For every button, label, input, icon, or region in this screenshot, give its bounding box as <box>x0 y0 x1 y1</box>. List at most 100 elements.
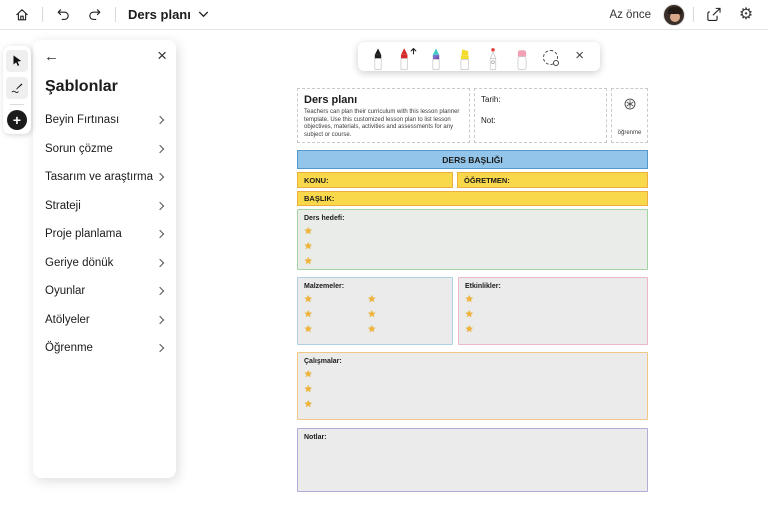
materials-section[interactable]: Malzemeler: ★ ★ ★ ★ ★ ★ <box>297 277 453 345</box>
template-item-label: Geriye dönük <box>45 256 114 269</box>
star-icon: ★ <box>465 324 474 335</box>
share-icon <box>706 6 723 23</box>
chevron-down-icon <box>198 11 209 18</box>
template-item-sorun-cozme[interactable]: Sorun çözme <box>33 135 176 164</box>
title-field[interactable]: BAŞLIK: <box>297 191 648 206</box>
lesson-plan-template[interactable]: Ders planı Teachers can plan their curri… <box>297 88 648 492</box>
eraser-icon <box>511 46 533 71</box>
template-item-label: Proje planlama <box>45 228 122 241</box>
divider <box>115 7 116 22</box>
template-item-label: Sorun çözme <box>45 142 113 155</box>
topbar: Ders planı Az önce ⚙ <box>0 0 768 30</box>
highlighter-button[interactable] <box>452 44 478 71</box>
practices-section[interactable]: Çalışmalar: ★ ★ ★ <box>297 352 648 420</box>
red-marker-button[interactable] <box>394 44 420 71</box>
board-title: Ders planı <box>128 7 191 22</box>
lesson-plan-title: Ders planı <box>304 94 358 106</box>
board-title-menu[interactable]: Ders planı <box>124 5 213 24</box>
template-item-beyin-firtinasi[interactable]: Beyin Fırtınası <box>33 106 176 135</box>
settings-button[interactable]: ⚙ <box>734 3 758 27</box>
lesson-title-banner[interactable]: DERS BAŞLIĞI <box>297 150 648 169</box>
learning-badge-icon <box>624 98 636 110</box>
notes-label: Notlar: <box>304 434 327 441</box>
materials-stars-col2: ★ ★ ★ <box>368 292 377 337</box>
activities-stars: ★ ★ ★ <box>465 292 641 337</box>
template-item-label: Oyunlar <box>45 285 86 298</box>
undo-icon <box>55 7 71 23</box>
divider <box>693 7 694 22</box>
template-item-ogrenme[interactable]: Öğrenme <box>33 334 176 363</box>
template-item-strateji[interactable]: Strateji <box>33 192 176 221</box>
learning-badge-label: öğrenme <box>617 130 642 136</box>
eraser-button[interactable] <box>509 44 535 71</box>
pen-icon <box>10 81 24 95</box>
whiteboard-app: Ders planı Az önce ⚙ Ders planı Teachers… <box>0 0 768 513</box>
black-marker-icon <box>367 46 389 71</box>
materials-label: Malzemeler: <box>304 283 345 290</box>
add-button[interactable]: + <box>7 110 27 130</box>
cursor-arrow-icon <box>10 54 24 68</box>
template-item-geriye-donuk[interactable]: Geriye dönük <box>33 249 176 278</box>
teacher-label: ÖĞRETMEN: <box>464 175 510 185</box>
subject-field[interactable]: KONU: <box>297 172 453 188</box>
topbar-left: Ders planı <box>10 3 213 27</box>
chevron-right-icon <box>155 116 165 125</box>
divider <box>42 7 43 22</box>
date-label: Tarih: <box>481 95 501 104</box>
topbar-right: Az önce ⚙ <box>609 3 758 27</box>
avatar[interactable] <box>663 3 685 26</box>
bling-pen-icon <box>482 46 504 71</box>
teacher-field[interactable]: ÖĞRETMEN: <box>457 172 648 188</box>
template-item-atolyeler[interactable]: Atölyeler <box>33 306 176 335</box>
lasso-select-button[interactable] <box>538 44 564 71</box>
black-marker-button[interactable] <box>365 44 391 71</box>
chevron-right-icon <box>155 201 165 210</box>
objective-stars: ★ ★ ★ <box>304 224 641 269</box>
lesson-plan-header: Ders planı Teachers can plan their curri… <box>297 88 648 143</box>
bling-pen-button[interactable] <box>480 44 506 71</box>
materials-stars: ★ ★ ★ ★ ★ ★ <box>304 290 446 337</box>
star-icon: ★ <box>367 324 377 335</box>
learning-badge-cell[interactable]: öğrenme <box>611 88 648 143</box>
share-button[interactable] <box>702 3 726 27</box>
lesson-title-banner-label: DERS BAŞLIĞI <box>442 154 503 165</box>
template-item-tasarim-ve-arastirma[interactable]: Tasarım ve araştırma <box>33 163 176 192</box>
practices-label: Çalışmalar: <box>304 358 342 365</box>
settings-gear-icon: ⚙ <box>738 5 754 23</box>
redo-icon <box>87 7 103 23</box>
lesson-plan-title-cell[interactable]: Ders planı Teachers can plan their curri… <box>297 88 470 143</box>
star-icon: ★ <box>304 369 313 380</box>
star-icon: ★ <box>304 384 313 395</box>
template-item-proje-planlama[interactable]: Proje planlama <box>33 220 176 249</box>
chevron-right-icon <box>155 258 165 267</box>
panel-close-button[interactable]: × <box>157 47 167 64</box>
redo-button[interactable] <box>83 3 107 27</box>
star-icon: ★ <box>465 294 474 305</box>
close-icon: × <box>157 46 167 65</box>
practices-stars: ★ ★ ★ <box>304 367 641 412</box>
notes-section[interactable]: Notlar: <box>297 428 648 492</box>
ink-tool-button[interactable] <box>6 77 28 99</box>
star-icon: ★ <box>304 399 313 410</box>
back-arrow-icon: ← <box>44 48 59 65</box>
subject-label: KONU: <box>304 175 329 185</box>
chevron-right-icon <box>155 173 165 182</box>
objective-section[interactable]: Ders hedefi: ★ ★ ★ <box>297 209 648 270</box>
undo-button[interactable] <box>51 3 75 27</box>
back-button[interactable]: ← <box>44 49 59 64</box>
template-item-oyunlar[interactable]: Oyunlar <box>33 277 176 306</box>
pen-toolbar-close-button[interactable]: × <box>567 44 593 71</box>
note-label: Not: <box>481 116 496 125</box>
home-button[interactable] <box>10 3 34 27</box>
save-status: Az önce <box>609 8 651 21</box>
tool-rail: + <box>3 46 31 134</box>
home-icon <box>14 7 30 23</box>
date-note-cell[interactable]: Tarih: Not: <box>474 88 607 143</box>
galaxy-marker-button[interactable] <box>423 44 449 71</box>
activities-section[interactable]: Etkinlikler: ★ ★ ★ <box>458 277 648 345</box>
materials-stars-col1: ★ ★ ★ <box>304 292 313 337</box>
red-marker-icon <box>394 46 420 71</box>
objective-label: Ders hedefi: <box>304 215 345 222</box>
chevron-right-icon <box>155 315 165 324</box>
select-tool-button[interactable] <box>6 50 28 72</box>
